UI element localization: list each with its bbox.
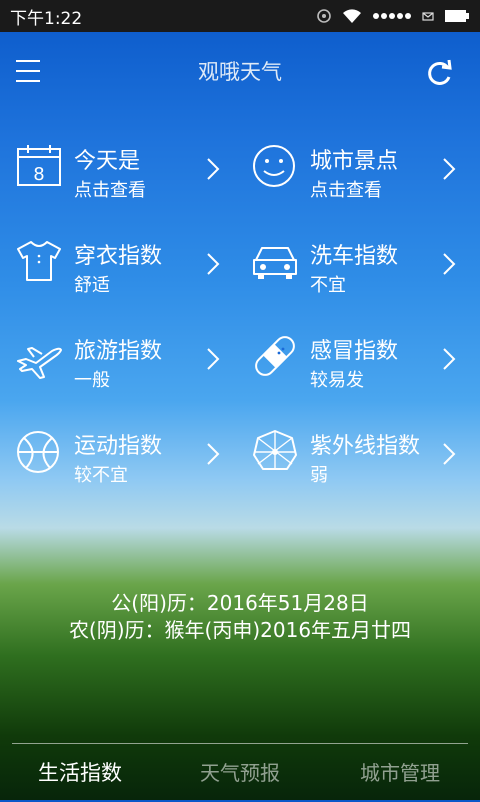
cell-city-sights[interactable]: 城市景点 点击查看 xyxy=(236,125,466,205)
calendar-icon: 8 xyxy=(17,145,61,186)
status-icons xyxy=(316,8,470,24)
envelope-icon xyxy=(422,12,434,21)
cell-cold-index[interactable]: 感冒指数 较易发 xyxy=(236,315,466,395)
chevron-right-icon xyxy=(443,253,456,275)
tab-weather-forecast[interactable]: 天气预报 xyxy=(160,744,320,800)
cell-travel-index[interactable]: 旅游指数 一般 xyxy=(0,315,230,395)
hotspot-icon xyxy=(317,9,331,23)
chevron-right-icon xyxy=(443,443,456,465)
bottom-tab-bar: 生活指数 天气预报 城市管理 xyxy=(0,744,480,800)
ball-icon xyxy=(17,431,59,473)
status-time: 下午1:22 xyxy=(10,8,83,29)
cell-sport-index[interactable]: 运动指数 较不宜 xyxy=(0,410,230,490)
date-info: 公(阳)历：2016年51月28日 农(阴)历：猴年(丙申)2016年五月廿四 xyxy=(0,590,480,644)
cell-value: 较不宜 xyxy=(74,465,128,486)
chevron-right-icon xyxy=(207,348,220,370)
wifi-icon xyxy=(343,9,361,23)
cell-value: 较易发 xyxy=(310,370,364,391)
cell-label: 运动指数 xyxy=(74,434,163,459)
cell-today[interactable]: 8 今天是 点击查看 xyxy=(0,125,230,205)
cell-label: 穿衣指数 xyxy=(74,244,163,269)
chevron-right-icon xyxy=(443,348,456,370)
smiley-icon xyxy=(253,145,295,187)
cell-clothing-index[interactable]: 穿衣指数 舒适 xyxy=(0,220,230,300)
cell-value: 点击查看 xyxy=(310,180,382,201)
cell-carwash-index[interactable]: 洗车指数 不宜 xyxy=(236,220,466,300)
cell-label: 旅游指数 xyxy=(74,339,163,364)
chevron-right-icon xyxy=(207,443,220,465)
chevron-right-icon xyxy=(207,253,220,275)
lunar-date: 农(阴)历：猴年(丙申)2016年五月廿四 xyxy=(68,618,412,642)
app-title: 观哦天气 xyxy=(198,60,282,84)
cell-value: 舒适 xyxy=(74,275,110,296)
cell-label: 城市景点 xyxy=(310,149,399,174)
shirt-icon xyxy=(17,241,61,281)
cell-label: 今天是 xyxy=(74,149,141,174)
car-icon xyxy=(253,247,297,279)
cell-label: 感冒指数 xyxy=(310,339,399,364)
cell-value: 不宜 xyxy=(310,275,346,296)
refresh-icon[interactable] xyxy=(424,58,454,88)
cell-label: 紫外线指数 xyxy=(310,434,421,459)
umbrella-icon xyxy=(253,430,297,470)
battery-icon xyxy=(445,10,469,22)
chevron-right-icon xyxy=(207,158,220,180)
top-bar: 观哦天气 xyxy=(0,32,480,110)
tab-city-management[interactable]: 城市管理 xyxy=(320,744,480,800)
status-bar: 下午1:22 xyxy=(0,0,480,32)
cell-value: 一般 xyxy=(74,370,110,391)
cell-uv-index[interactable]: 紫外线指数 弱 xyxy=(236,410,466,490)
cell-value: 点击查看 xyxy=(74,180,146,201)
airplane-icon xyxy=(17,347,62,379)
solar-date: 公(阳)历：2016年51月28日 xyxy=(111,591,369,615)
cell-value: 弱 xyxy=(310,465,328,486)
chevron-right-icon xyxy=(443,158,456,180)
bandage-icon xyxy=(255,336,295,376)
tab-life-index[interactable]: 生活指数 xyxy=(0,744,160,800)
cell-label: 洗车指数 xyxy=(310,244,399,269)
signal-dots-icon xyxy=(373,13,411,19)
svg-text:8: 8 xyxy=(33,164,44,185)
